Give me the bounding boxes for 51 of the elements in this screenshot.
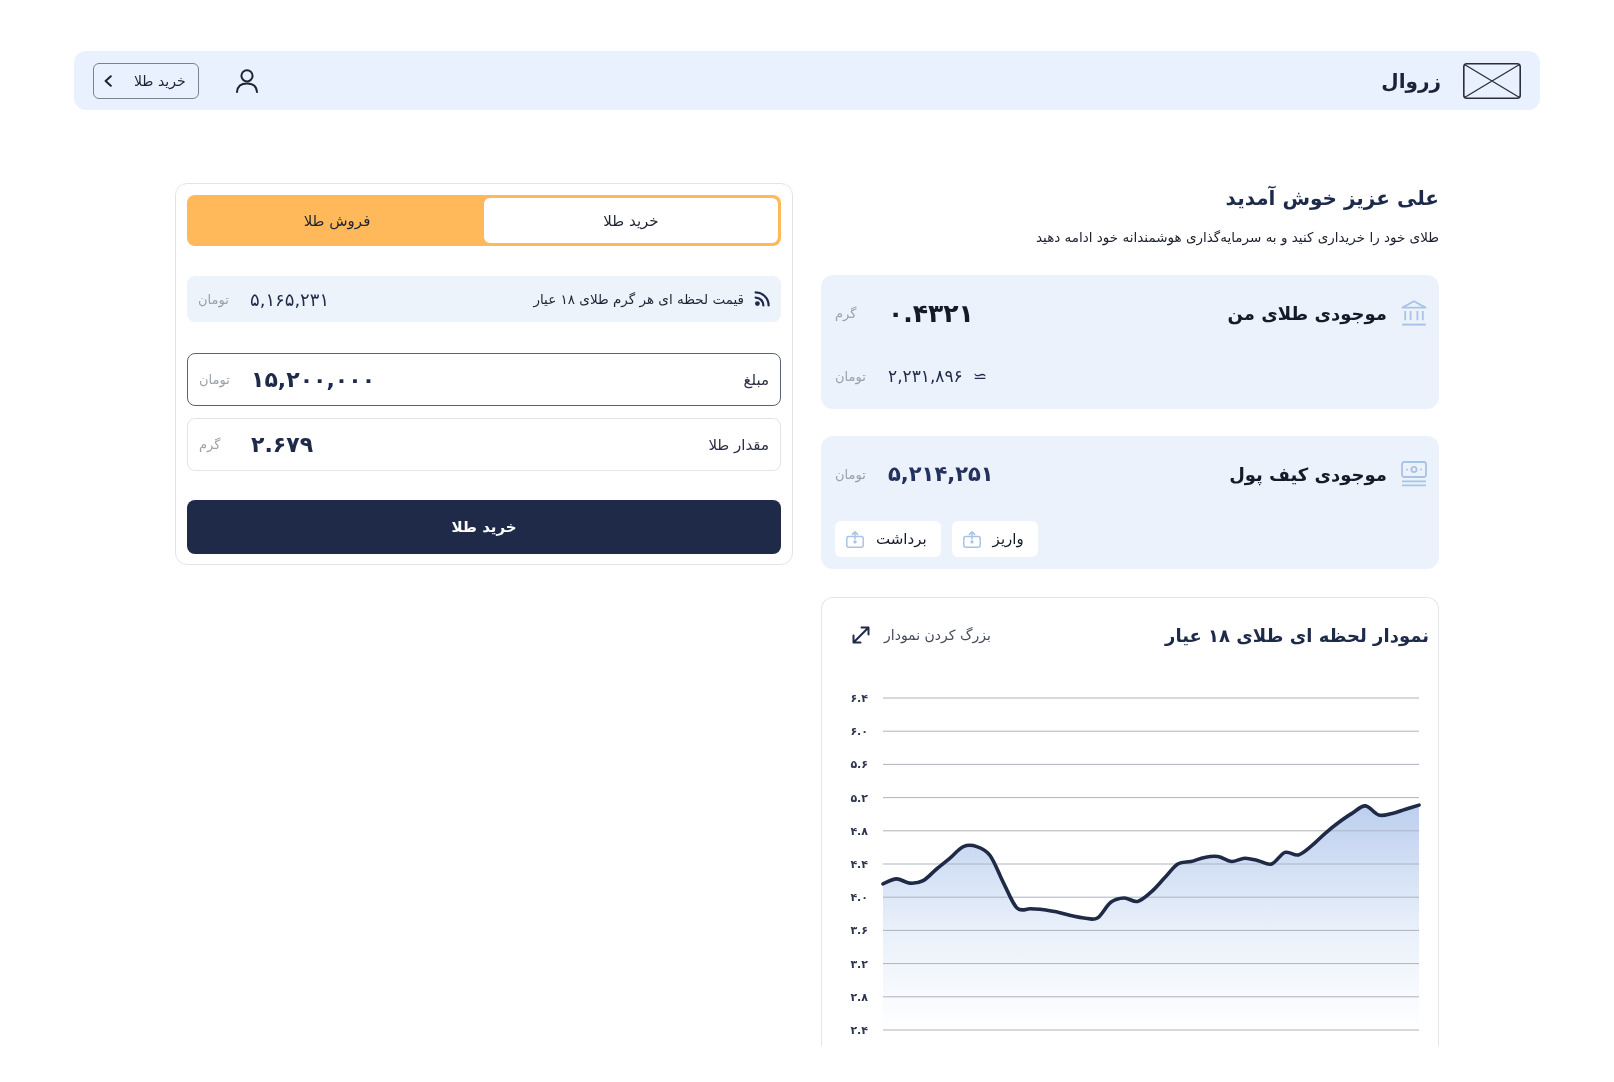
purchase-button[interactable]: خرید طلا (187, 500, 781, 554)
expand-icon (851, 625, 871, 645)
approx-sign: ≃ (972, 366, 987, 386)
form-field[interactable]: مبلغ ۱۵,۲۰۰,۰۰۰ تومان (187, 353, 781, 406)
card-title: موجودی طلای من (1227, 302, 1387, 324)
chevron-left-icon (104, 74, 112, 87)
welcome-subtitle: طلای خود را خریداری کنید و به سرمایه‌گذاری هوشمندانه خود ادامه دهید (1035, 228, 1439, 247)
wallet-action-button[interactable]: واریز (951, 521, 1038, 557)
axis-tick-label: ۳.۲ (850, 957, 868, 971)
chart-title: نمودار لحظه ای طلای ۱۸ عیار (1165, 624, 1429, 646)
price-label: قیمت لحظه ای هر گرم طلای ۱۸ عیار (533, 291, 744, 307)
field-label: مبلغ (743, 370, 769, 389)
price-value: ۵,۱۶۵,۲۳۱ (250, 288, 330, 310)
brand-name: زروال (1381, 68, 1441, 93)
rss-icon (754, 291, 770, 307)
unit-label: تومان (835, 368, 867, 384)
unit-label: تومان (835, 466, 867, 482)
tab[interactable]: فروش طلا (190, 198, 484, 243)
cash-icon (1401, 461, 1427, 487)
expand-chart-link[interactable]: بزرگ کردن نمودار (851, 625, 991, 645)
unit-label: گرم (199, 437, 222, 452)
value-input[interactable]: ۱۵,۲۰۰,۰۰۰ (251, 367, 728, 392)
axis-tick-label: ۶.۰ (850, 725, 868, 739)
card-title: موجودی کیف پول (1229, 463, 1387, 485)
field-label: مقدار طلا (708, 435, 769, 454)
nav-button[interactable]: خرید طلا (93, 62, 199, 99)
unit-label: تومان (199, 372, 231, 387)
image-placeholder-icon (1463, 62, 1521, 99)
axis-tick-label: ۳.۶ (850, 924, 868, 938)
axis-tick-label: ۲.۴ (850, 1024, 868, 1037)
unit-label: تومان (198, 291, 230, 307)
axis-tick-label: ۵.۶ (850, 758, 868, 772)
wallet-action-button[interactable]: برداشت (835, 521, 941, 557)
axis-tick-label: ۶.۴ (850, 692, 868, 705)
axis-tick-label: ۲.۸ (850, 990, 868, 1004)
wallet-balance: ۵,۲۱۴,۲۵۱ (888, 462, 994, 486)
cash-arrow-icon (962, 530, 981, 548)
axis-tick-label: ۵.۲ (850, 791, 868, 805)
welcome-title: علی عزیز خوش آمدید (1224, 185, 1439, 212)
tab[interactable]: خرید طلا (484, 198, 778, 243)
toman-value: ۲,۲۳۱,۸۹۶ (888, 366, 963, 386)
balance-amount: ۰.۴۳۲۱ (888, 298, 974, 328)
axis-tick-label: ۴.۴ (850, 858, 868, 871)
axis-tick-label: ۴.۰ (850, 891, 868, 905)
cash-arrow-icon (846, 530, 864, 548)
value-input[interactable]: ۲.۶۷۹ (251, 432, 693, 457)
unit-label: گرم (835, 305, 858, 321)
user-icon[interactable] (235, 68, 258, 93)
bank-icon (1401, 300, 1427, 326)
axis-tick-label: ۴.۸ (850, 824, 868, 838)
form-field[interactable]: مقدار طلا ۲.۶۷۹ گرم (187, 418, 781, 471)
